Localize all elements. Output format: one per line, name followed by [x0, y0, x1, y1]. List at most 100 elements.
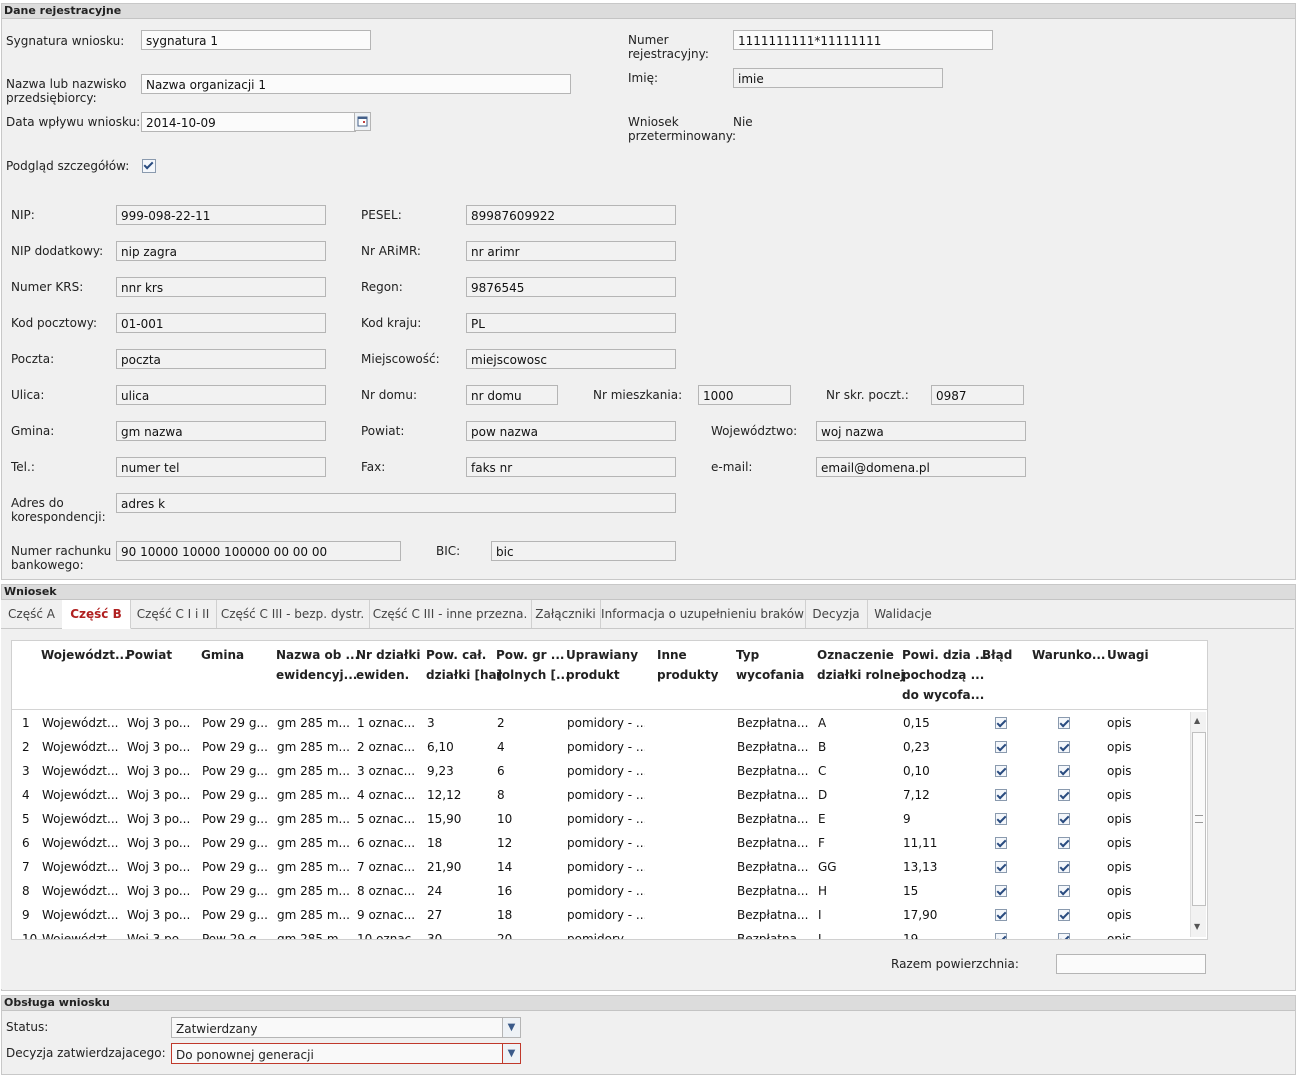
col-gmina-header[interactable]: Gmina: [201, 645, 244, 665]
gmina-input[interactable]: gm nazwa: [116, 421, 326, 441]
fax-input[interactable]: faks nr: [466, 457, 676, 477]
tel-input[interactable]: numer tel: [116, 457, 326, 477]
col-pow-gruntow-header[interactable]: rolnych [...: [496, 665, 570, 685]
blad-checkbox[interactable]: [995, 933, 1007, 939]
imie-input[interactable]: imie: [733, 68, 943, 88]
col-nazwa-obrebu-header[interactable]: ewidencyj...: [276, 665, 357, 685]
col-uwagi-header[interactable]: Uwagi: [1107, 645, 1149, 665]
col-oznaczenie-header[interactable]: Oznaczenie: [817, 645, 894, 665]
warunkowo-checkbox[interactable]: [1058, 741, 1070, 753]
col-typ-wycofania-header[interactable]: Typ: [736, 645, 759, 665]
col-nr-dzialki-header[interactable]: Nr działki: [356, 645, 420, 665]
blad-checkbox[interactable]: [995, 861, 1007, 873]
table-cell: 20: [497, 932, 513, 940]
warunkowo-checkbox[interactable]: [1058, 813, 1070, 825]
tab-czesc-c-iii-bezp[interactable]: Część C III - bezp. dystr.: [216, 600, 370, 628]
arimr-input[interactable]: nr arimr: [466, 241, 676, 261]
tab-decyzja[interactable]: Decyzja: [805, 600, 868, 628]
razem-input[interactable]: [1056, 954, 1206, 974]
col-pow-gruntow-header[interactable]: Pow. gr ...: [496, 645, 564, 665]
data-wplywu-input[interactable]: 2014-10-09: [141, 112, 356, 132]
scroll-thumb[interactable]: [1192, 732, 1206, 906]
warunkowo-checkbox[interactable]: [1058, 933, 1070, 939]
sygnatura-input[interactable]: sygnatura 1: [141, 30, 371, 50]
warunkowo-checkbox[interactable]: [1058, 837, 1070, 849]
status-select[interactable]: Zatwierdzany ▼: [171, 1017, 521, 1038]
col-warunkowo-header[interactable]: Warunko...: [1032, 645, 1106, 665]
grid-scrollbar[interactable]: ▲ ▼: [1190, 712, 1206, 937]
scroll-down-icon[interactable]: ▼: [1194, 922, 1200, 931]
tab-walidacje[interactable]: Walidacje: [867, 600, 939, 628]
email-input[interactable]: email@domena.pl: [816, 457, 1026, 477]
blad-checkbox[interactable]: [995, 765, 1007, 777]
warunkowo-checkbox[interactable]: [1058, 765, 1070, 777]
warunkowo-checkbox[interactable]: [1058, 789, 1070, 801]
miejscowosc-input[interactable]: miejscowosc: [466, 349, 676, 369]
col-uprawiany-produkt-header[interactable]: Uprawiany: [566, 645, 638, 665]
col-pow-cal-header[interactable]: Pow. cał.: [426, 645, 486, 665]
ulica-input[interactable]: ulica: [116, 385, 326, 405]
kod-pocztowy-input[interactable]: 01-001: [116, 313, 326, 333]
scroll-up-icon[interactable]: ▲: [1194, 716, 1200, 725]
uwagi-cell: opis: [1107, 788, 1132, 802]
bic-input[interactable]: bic: [491, 541, 676, 561]
col-pow-dzialki-header[interactable]: do wycofa...: [902, 685, 984, 705]
wojewodztwo-input[interactable]: woj nazwa: [816, 421, 1026, 441]
col-pow-cal-header[interactable]: działki [ha]: [426, 665, 502, 685]
col-pow-dzialki-header[interactable]: Powi. dzia ...: [902, 645, 989, 665]
nr-mieszkania-input[interactable]: 1000: [698, 385, 791, 405]
col-uprawiany-produkt-header[interactable]: produkt: [566, 665, 620, 685]
row-number: 8: [22, 884, 30, 898]
table-cell: H: [818, 884, 828, 898]
table-cell: Pow 29 g...: [202, 788, 268, 802]
nazwa-input[interactable]: Nazwa organizacji 1: [141, 74, 571, 94]
nr-skr-poczt-input[interactable]: 0987: [931, 385, 1024, 405]
warunkowo-checkbox[interactable]: [1058, 909, 1070, 921]
decyzja-select[interactable]: Do ponownej generacji ▼: [171, 1043, 521, 1064]
tab-czesc-c-iii-inne[interactable]: Część C III - inne przezna.: [369, 600, 532, 628]
blad-checkbox[interactable]: [995, 837, 1007, 849]
chevron-down-icon[interactable]: ▼: [502, 1044, 520, 1063]
blad-checkbox[interactable]: [995, 717, 1007, 729]
tab-czesc-a[interactable]: Część A: [1, 600, 63, 628]
powiat-input[interactable]: pow nazwa: [466, 421, 676, 441]
tab-zalaczniki[interactable]: Załączniki: [531, 600, 601, 628]
nip-input[interactable]: 999-098-22-11: [116, 205, 326, 225]
poczta-input[interactable]: poczta: [116, 349, 326, 369]
col-powiat-header[interactable]: Powiat: [126, 645, 172, 665]
tab-czesc-b[interactable]: Część B: [62, 600, 131, 629]
krs-input[interactable]: nnr krs: [116, 277, 326, 297]
warunkowo-checkbox[interactable]: [1058, 885, 1070, 897]
col-nr-dzialki-header[interactable]: ewiden.: [356, 665, 409, 685]
podglad-checkbox[interactable]: [142, 159, 156, 173]
tab-czesc-c-i-ii[interactable]: Część C I i II: [130, 600, 217, 628]
col-nazwa-obrebu-header[interactable]: Nazwa ob ...: [276, 645, 359, 665]
pesel-input[interactable]: 89987609922: [466, 205, 676, 225]
calendar-icon[interactable]: [354, 112, 371, 131]
warunkowo-checkbox[interactable]: [1058, 717, 1070, 729]
adres-input[interactable]: adres k: [116, 493, 676, 513]
rachunek-input[interactable]: 90 10000 10000 100000 00 00 00: [116, 541, 401, 561]
status-label: Status:: [6, 1020, 49, 1034]
col-pow-dzialki-header[interactable]: pochodzą ...: [902, 665, 984, 685]
nip-dodatkowy-input[interactable]: nip zagra: [116, 241, 326, 261]
blad-checkbox[interactable]: [995, 741, 1007, 753]
col-wojewodztwo-header[interactable]: Województ...: [41, 645, 129, 665]
col-blad-header[interactable]: Błąd: [982, 645, 1012, 665]
nr-domu-input[interactable]: nr domu: [466, 385, 558, 405]
blad-checkbox[interactable]: [995, 885, 1007, 897]
warunkowo-checkbox[interactable]: [1058, 861, 1070, 873]
regon-input[interactable]: 9876545: [466, 277, 676, 297]
kod-kraju-input[interactable]: PL: [466, 313, 676, 333]
blad-checkbox[interactable]: [995, 813, 1007, 825]
col-inne-produkty-header[interactable]: Inne: [657, 645, 687, 665]
col-inne-produkty-header[interactable]: produkty: [657, 665, 718, 685]
blad-checkbox[interactable]: [995, 909, 1007, 921]
blad-checkbox[interactable]: [995, 789, 1007, 801]
table-cell: Bezpłatna...: [737, 884, 809, 898]
col-typ-wycofania-header[interactable]: wycofania: [736, 665, 804, 685]
tab-informacja[interactable]: Informacja o uzupełnieniu braków: [600, 600, 806, 628]
numer-rej-input[interactable]: 1111111111*11111111: [733, 30, 993, 50]
col-oznaczenie-header[interactable]: działki rolnej: [817, 665, 905, 685]
chevron-down-icon[interactable]: ▼: [502, 1018, 520, 1037]
